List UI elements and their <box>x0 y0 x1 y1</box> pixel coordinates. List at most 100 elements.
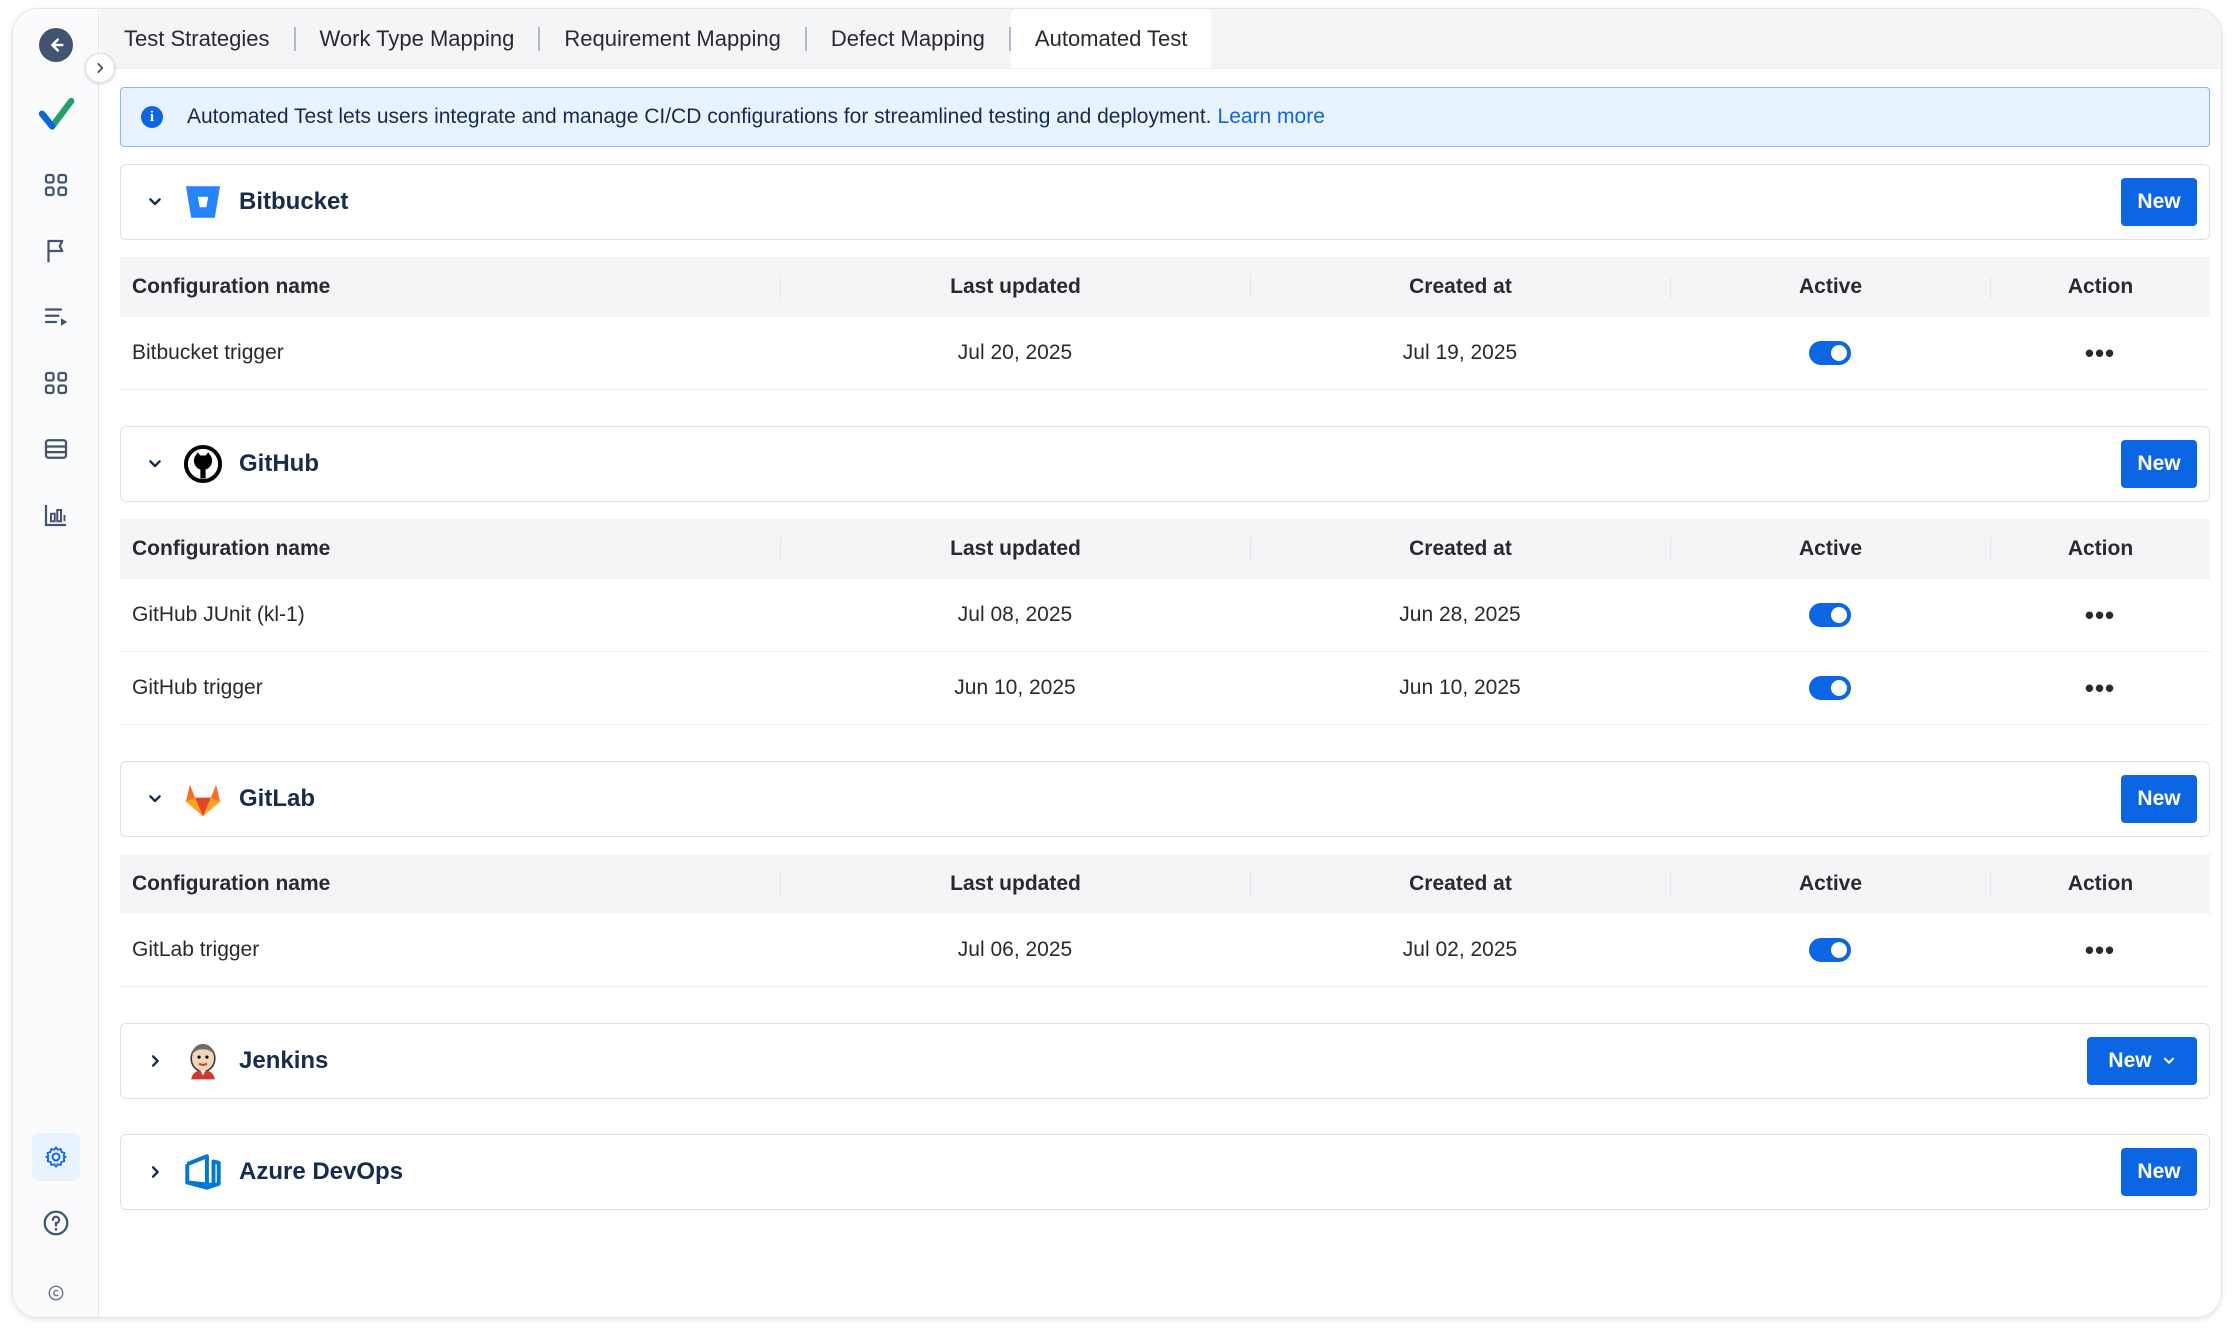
database-icon[interactable] <box>32 425 80 473</box>
col-active: Active <box>1670 275 1990 299</box>
learn-more-link[interactable]: Learn more <box>1218 105 1325 129</box>
chevron-right-icon[interactable] <box>135 1164 175 1180</box>
section-bitbucket: Bitbucket New <box>120 164 2210 240</box>
last-updated: Jul 08, 2025 <box>957 603 1073 626</box>
section-github: GitHub New <box>120 426 2210 502</box>
provider-name: Bitbucket <box>239 188 349 215</box>
config-name: GitLab trigger <box>132 938 260 961</box>
button-label: New <box>2137 452 2181 475</box>
list-run-icon[interactable] <box>32 293 80 341</box>
tab-automated-test[interactable]: Automated Test <box>1010 9 1212 68</box>
created-at: Jul 02, 2025 <box>1402 938 1518 961</box>
button-label: New <box>2137 787 2181 810</box>
new-gitlab-button[interactable]: New <box>2121 775 2197 823</box>
created-at: Jun 10, 2025 <box>1399 676 1521 699</box>
github-table: Configuration name Last updated Created … <box>120 519 2210 725</box>
left-sidebar <box>13 9 99 1317</box>
tab-defect-mapping[interactable]: Defect Mapping <box>807 9 1009 68</box>
check-logo-icon[interactable] <box>32 91 80 139</box>
gitlab-table: Configuration name Last updated Created … <box>120 854 2210 987</box>
created-at: Jul 19, 2025 <box>1402 341 1518 364</box>
config-name: Bitbucket trigger <box>132 341 284 364</box>
tab-test-strategies[interactable]: Test Strategies <box>100 9 294 68</box>
chevron-right-icon[interactable] <box>135 1053 175 1069</box>
more-actions-button[interactable]: ••• <box>1990 675 2210 701</box>
table-row: Bitbucket trigger Jul 20, 2025 Jul 19, 2… <box>120 317 2210 390</box>
last-updated: Jun 10, 2025 <box>954 676 1076 699</box>
col-configuration-name: Configuration name <box>132 872 331 895</box>
chevron-right-icon <box>97 63 104 73</box>
help-icon[interactable] <box>32 1199 80 1247</box>
info-banner: i Automated Test lets users integrate an… <box>120 87 2210 147</box>
expand-sidebar-button[interactable] <box>85 53 115 83</box>
new-bitbucket-button[interactable]: New <box>2121 178 2197 226</box>
active-toggle[interactable] <box>1809 341 1851 365</box>
tab-bar: Test Strategies Work Type Mapping Requir… <box>100 9 2221 69</box>
bitbucket-icon <box>179 178 227 226</box>
settings-icon[interactable] <box>32 1133 80 1181</box>
active-toggle[interactable] <box>1809 603 1851 627</box>
banner-text: Automated Test lets users integrate and … <box>187 105 1212 128</box>
section-gitlab: GitLab New <box>120 761 2210 837</box>
bitbucket-table: Configuration name Last updated Created … <box>120 257 2210 390</box>
copyright-icon <box>32 1269 80 1317</box>
new-azure-devops-button[interactable]: New <box>2121 1148 2197 1196</box>
jenkins-icon <box>179 1037 227 1085</box>
button-label: New <box>2137 1160 2181 1183</box>
table-row: GitHub JUnit (kl-1) Jul 08, 2025 Jun 28,… <box>120 579 2210 652</box>
back-arrow-icon[interactable] <box>32 21 80 69</box>
tab-requirement-mapping[interactable]: Requirement Mapping <box>540 9 804 68</box>
section-jenkins: Jenkins New <box>120 1023 2210 1099</box>
button-label: New <box>2108 1049 2152 1072</box>
flag-icon[interactable] <box>32 227 80 275</box>
table-header: Configuration name Last updated Created … <box>120 519 2210 579</box>
table-row: GitHub trigger Jun 10, 2025 Jun 10, 2025… <box>120 652 2210 725</box>
provider-name: Jenkins <box>239 1047 329 1074</box>
chevron-down-icon[interactable] <box>135 456 175 472</box>
new-jenkins-dropdown-button[interactable]: New <box>2087 1037 2197 1085</box>
section-azure-devops: Azure DevOps New <box>120 1134 2210 1210</box>
provider-name: GitHub <box>239 450 319 477</box>
col-last-updated: Last updated <box>780 537 1250 561</box>
col-active: Active <box>1670 872 1990 896</box>
col-created-at: Created at <box>1250 275 1670 299</box>
dashboard-icon[interactable] <box>32 161 80 209</box>
chevron-down-icon[interactable] <box>135 791 175 807</box>
gitlab-icon <box>179 775 227 823</box>
more-actions-button[interactable]: ••• <box>1990 340 2210 366</box>
apps-grid-icon[interactable] <box>32 359 80 407</box>
col-action: Action <box>1990 872 2210 896</box>
col-last-updated: Last updated <box>780 275 1250 299</box>
col-configuration-name: Configuration name <box>132 537 331 560</box>
last-updated: Jul 06, 2025 <box>957 938 1073 961</box>
azure-devops-icon <box>179 1148 227 1196</box>
more-actions-button[interactable]: ••• <box>1990 602 2210 628</box>
github-icon <box>179 440 227 488</box>
config-name: GitHub JUnit (kl-1) <box>132 603 305 626</box>
tab-work-type-mapping[interactable]: Work Type Mapping <box>296 9 539 68</box>
new-github-button[interactable]: New <box>2121 440 2197 488</box>
active-toggle[interactable] <box>1809 938 1851 962</box>
provider-name: GitLab <box>239 785 315 812</box>
info-icon: i <box>141 106 163 128</box>
button-label: New <box>2137 190 2181 213</box>
col-configuration-name: Configuration name <box>132 275 331 298</box>
provider-name: Azure DevOps <box>239 1158 404 1185</box>
col-last-updated: Last updated <box>780 872 1250 896</box>
table-header: Configuration name Last updated Created … <box>120 257 2210 317</box>
active-toggle[interactable] <box>1809 676 1851 700</box>
config-name: GitHub trigger <box>132 676 263 699</box>
created-at: Jun 28, 2025 <box>1399 603 1521 626</box>
col-action: Action <box>1990 275 2210 299</box>
col-created-at: Created at <box>1250 872 1670 896</box>
last-updated: Jul 20, 2025 <box>957 341 1073 364</box>
app-frame: Test Strategies Work Type Mapping Requir… <box>12 8 2222 1318</box>
more-actions-button[interactable]: ••• <box>1990 937 2210 963</box>
chevron-down-icon <box>2163 1057 2174 1064</box>
chevron-down-icon[interactable] <box>135 194 175 210</box>
table-row: GitLab trigger Jul 06, 2025 Jul 02, 2025… <box>120 914 2210 987</box>
table-header: Configuration name Last updated Created … <box>120 854 2210 914</box>
report-chart-icon[interactable] <box>32 491 80 539</box>
col-active: Active <box>1670 537 1990 561</box>
col-action: Action <box>1990 537 2210 561</box>
